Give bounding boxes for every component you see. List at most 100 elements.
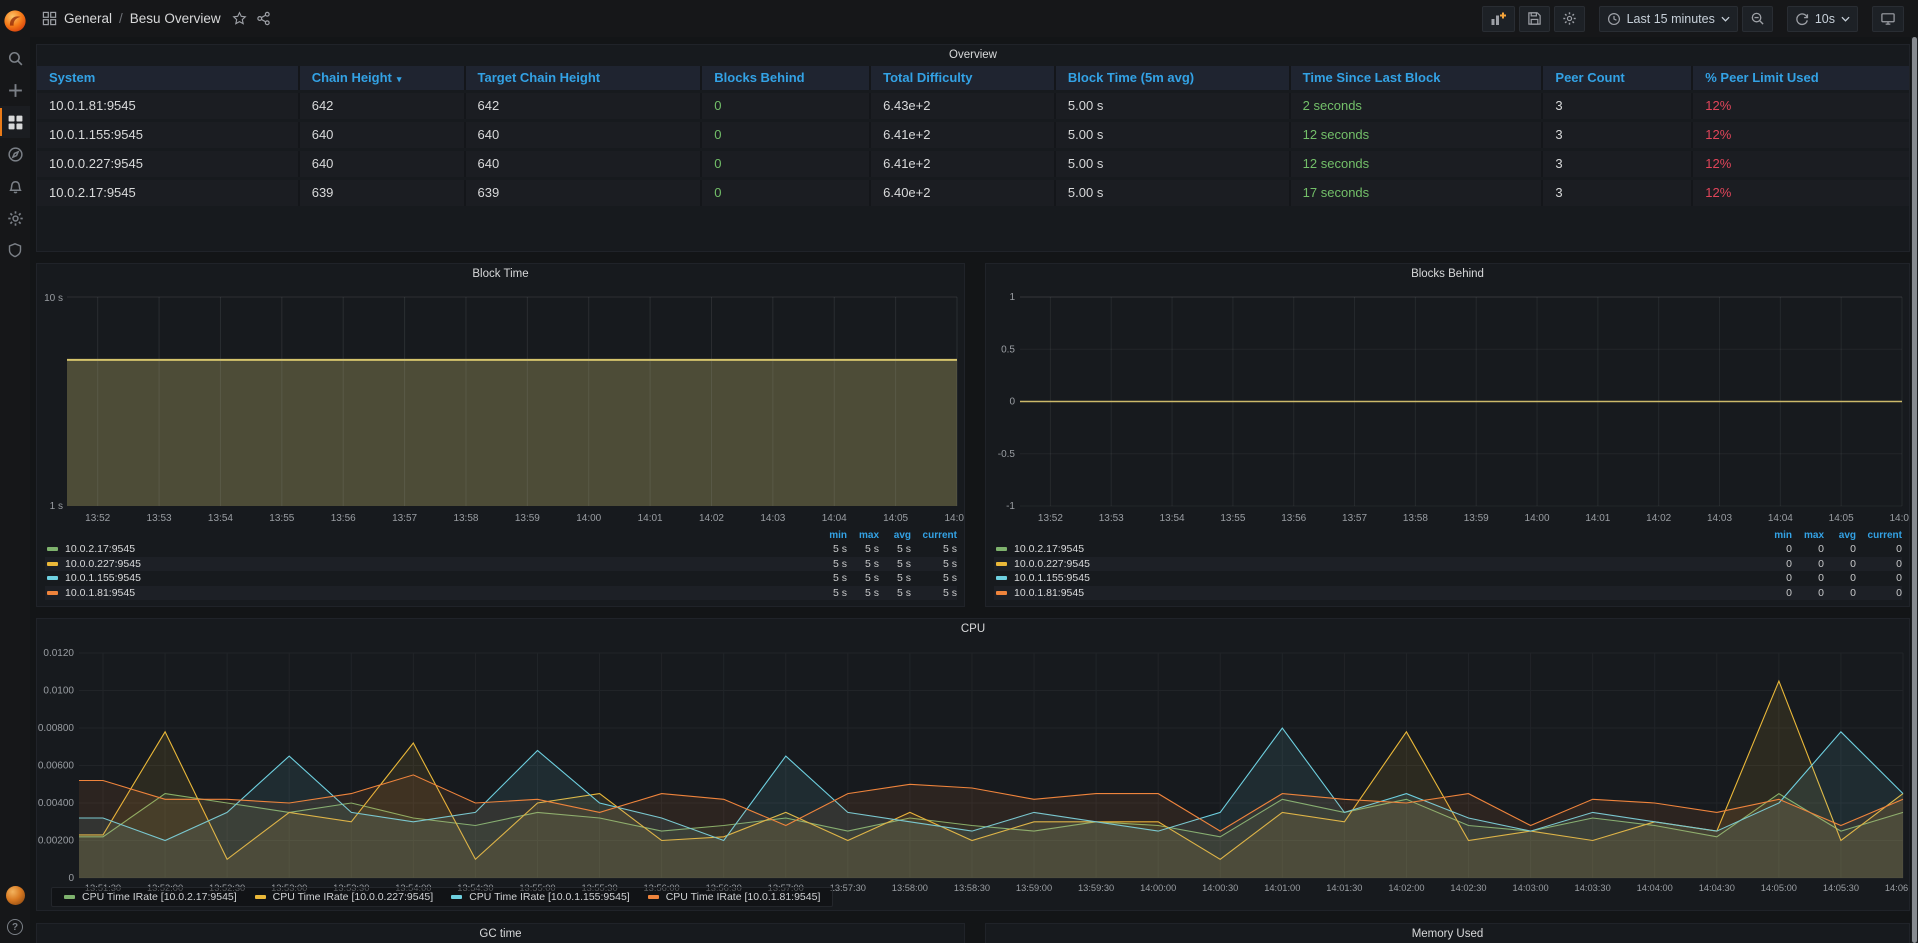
svg-text:13:52: 13:52 — [1038, 513, 1063, 524]
cycle-view-mode-button[interactable] — [1872, 6, 1904, 32]
column-header[interactable]: Time Since Last Block — [1291, 66, 1544, 90]
svg-text:14:06: 14:06 — [944, 513, 964, 524]
sidebar-item-help[interactable]: ? — [0, 911, 30, 943]
legend-series-name[interactable]: 10.0.0.227:9545 — [65, 558, 141, 570]
column-header[interactable]: Target Chain Height — [466, 66, 703, 90]
table-cell: 6.41e+2 — [871, 122, 1056, 148]
svg-text:13:59:30: 13:59:30 — [1078, 883, 1114, 893]
gear-icon — [7, 210, 24, 227]
series-color-swatch[interactable] — [47, 547, 58, 551]
cpu-legend-item[interactable]: CPU Time IRate [10.0.1.81:9545] — [648, 891, 821, 903]
legend-stat-header-current[interactable]: current — [1856, 530, 1902, 541]
panel-title-blocks-behind[interactable]: Blocks Behind — [986, 264, 1909, 284]
legend-stat-header-max[interactable]: max — [1792, 530, 1824, 541]
zoom-out-button[interactable] — [1742, 6, 1773, 32]
add-panel-button[interactable] — [1482, 6, 1515, 32]
legend-series-name[interactable]: 10.0.2.17:9545 — [1014, 543, 1084, 555]
legend-stat-header-avg[interactable]: avg — [879, 530, 911, 541]
series-color-swatch[interactable] — [47, 591, 58, 595]
panel-title-memory-used[interactable]: Memory Used — [986, 924, 1909, 943]
dashboard-settings-button[interactable] — [1554, 6, 1585, 32]
time-range-picker[interactable]: Last 15 minutes — [1599, 6, 1738, 32]
sidebar-item-search[interactable] — [0, 42, 30, 74]
svg-text:0: 0 — [68, 873, 74, 884]
save-dashboard-button[interactable] — [1519, 6, 1550, 32]
legend-stat-value: 5 s — [847, 558, 879, 570]
series-color-swatch[interactable] — [996, 591, 1007, 595]
svg-text:0.00200: 0.00200 — [38, 836, 75, 847]
sidebar-item-alerting[interactable] — [0, 170, 30, 202]
series-color-swatch[interactable] — [996, 576, 1007, 580]
table-cell: 12 seconds — [1291, 151, 1544, 177]
block-time-chart[interactable]: 13:5213:5313:5413:5513:5613:5713:5813:59… — [37, 284, 964, 529]
plus-icon — [7, 82, 24, 99]
sidebar-item-dashboards[interactable] — [0, 106, 30, 138]
refresh-button[interactable]: 10s — [1787, 6, 1858, 32]
legend-series-name[interactable]: 10.0.1.155:9545 — [65, 572, 141, 584]
legend-row: 10.0.1.81:95450000 — [994, 586, 1902, 601]
series-color-swatch[interactable] — [47, 576, 58, 580]
series-color-swatch[interactable] — [47, 562, 58, 566]
legend-stat-header-min[interactable]: min — [1760, 530, 1792, 541]
series-color-swatch[interactable] — [996, 562, 1007, 566]
series-color-swatch — [451, 895, 462, 899]
svg-text:14:02:30: 14:02:30 — [1450, 883, 1486, 893]
legend-series-name[interactable]: 10.0.2.17:9545 — [65, 543, 135, 555]
svg-text:0.00800: 0.00800 — [38, 723, 75, 734]
column-header[interactable]: Blocks Behind — [702, 66, 871, 90]
blocks-behind-chart[interactable]: 10.50-0.5-113:5213:5313:5413:5513:5613:5… — [986, 284, 1909, 529]
table-cell: 640 — [466, 122, 703, 148]
legend-stat-header-avg[interactable]: avg — [1824, 530, 1856, 541]
page-scrollbar[interactable] — [1911, 37, 1918, 943]
svg-text:0: 0 — [1009, 397, 1015, 408]
sidebar-item-explore[interactable] — [0, 138, 30, 170]
cpu-legend-item[interactable]: CPU Time IRate [10.0.2.17:9545] — [64, 891, 237, 903]
legend-stat-value: 5 s — [815, 543, 847, 555]
legend-stat-header-min[interactable]: min — [815, 530, 847, 541]
svg-text:14:05:00: 14:05:00 — [1761, 883, 1797, 893]
legend-stat-value: 5 s — [879, 558, 911, 570]
share-icon[interactable] — [256, 11, 271, 26]
series-color-swatch — [255, 895, 266, 899]
legend-stat-header-current[interactable]: current — [911, 530, 957, 541]
legend-stat-value: 5 s — [911, 558, 957, 570]
legend-stats-header: minmaxavgcurrent — [994, 529, 1902, 542]
svg-text:14:06: 14:06 — [1889, 513, 1909, 524]
column-header[interactable]: Total Difficulty — [871, 66, 1056, 90]
table-cell: 12% — [1693, 151, 1909, 177]
sidebar-item-server-admin[interactable] — [0, 234, 30, 266]
sidebar: ? — [0, 0, 30, 943]
svg-text:13:58:00: 13:58:00 — [892, 883, 928, 893]
grafana-logo[interactable] — [0, 0, 30, 42]
column-header[interactable]: System — [37, 66, 300, 90]
column-header[interactable]: % Peer Limit Used — [1693, 66, 1909, 90]
legend-series-name[interactable]: 10.0.1.81:9545 — [1014, 587, 1084, 599]
sidebar-item-profile[interactable] — [0, 879, 30, 911]
panel-title-gc-time[interactable]: GC time — [37, 924, 964, 943]
legend-series-name[interactable]: 10.0.0.227:9545 — [1014, 558, 1090, 570]
table-cell: 12% — [1693, 180, 1909, 206]
column-header[interactable]: Chain Height▾ — [300, 66, 466, 90]
column-header[interactable]: Peer Count — [1543, 66, 1693, 90]
breadcrumb-folder[interactable]: General — [64, 11, 112, 26]
sidebar-item-configuration[interactable] — [0, 202, 30, 234]
panel-cpu: CPU 0.01200.01000.008000.006000.004000.0… — [36, 618, 1910, 911]
panel-title-overview[interactable]: Overview — [37, 45, 1909, 65]
legend-stat-value: 0 — [1856, 572, 1902, 584]
cpu-legend-item[interactable]: CPU Time IRate [10.0.0.227:9545] — [255, 891, 434, 903]
cpu-chart[interactable]: 0.01200.01000.008000.006000.004000.00200… — [37, 639, 1909, 897]
breadcrumb-dashboard-title[interactable]: Besu Overview — [130, 11, 221, 26]
legend-series-name[interactable]: 10.0.1.155:9545 — [1014, 572, 1090, 584]
legend-stat-header-max[interactable]: max — [847, 530, 879, 541]
series-color-swatch[interactable] — [996, 547, 1007, 551]
panel-title-block-time[interactable]: Block Time — [37, 264, 964, 284]
scrollbar-thumb[interactable] — [1912, 37, 1917, 943]
legend-series-name[interactable]: 10.0.1.81:9545 — [65, 587, 135, 599]
panel-title-cpu[interactable]: CPU — [37, 619, 1909, 639]
star-icon[interactable] — [232, 11, 247, 26]
column-header[interactable]: Block Time (5m avg) — [1056, 66, 1291, 90]
shield-icon — [7, 242, 23, 258]
sidebar-item-create[interactable] — [0, 74, 30, 106]
cpu-legend-item[interactable]: CPU Time IRate [10.0.1.155:9545] — [451, 891, 630, 903]
legend-stat-value: 0 — [1792, 543, 1824, 555]
